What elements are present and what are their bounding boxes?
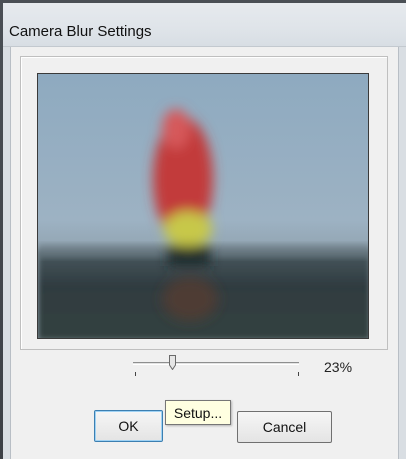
ok-button[interactable]: OK <box>94 410 163 442</box>
window-title: Camera Blur Settings <box>9 23 152 40</box>
slider-thumb[interactable] <box>169 355 177 371</box>
slider-track[interactable] <box>133 362 299 365</box>
blur-percent-value: 23% <box>324 359 353 375</box>
window-border-right <box>398 47 406 459</box>
slider-tick-max <box>298 372 299 376</box>
tooltip-text: Setup... <box>173 404 223 421</box>
setup-tooltip: Setup... <box>165 400 231 425</box>
ok-button-label: OK <box>118 418 139 434</box>
title-bar[interactable]: Camera Blur Settings <box>3 3 406 47</box>
dialog-window: Camera Blur Settings 23% OK Cancel Setup… <box>0 0 406 459</box>
blur-preview-image <box>37 73 369 339</box>
blur-amount-slider[interactable] <box>133 355 305 379</box>
slider-tick-min <box>135 372 136 376</box>
cancel-button-label: Cancel <box>262 419 307 435</box>
window-border-left <box>3 47 11 459</box>
cancel-button[interactable]: Cancel <box>237 411 332 443</box>
